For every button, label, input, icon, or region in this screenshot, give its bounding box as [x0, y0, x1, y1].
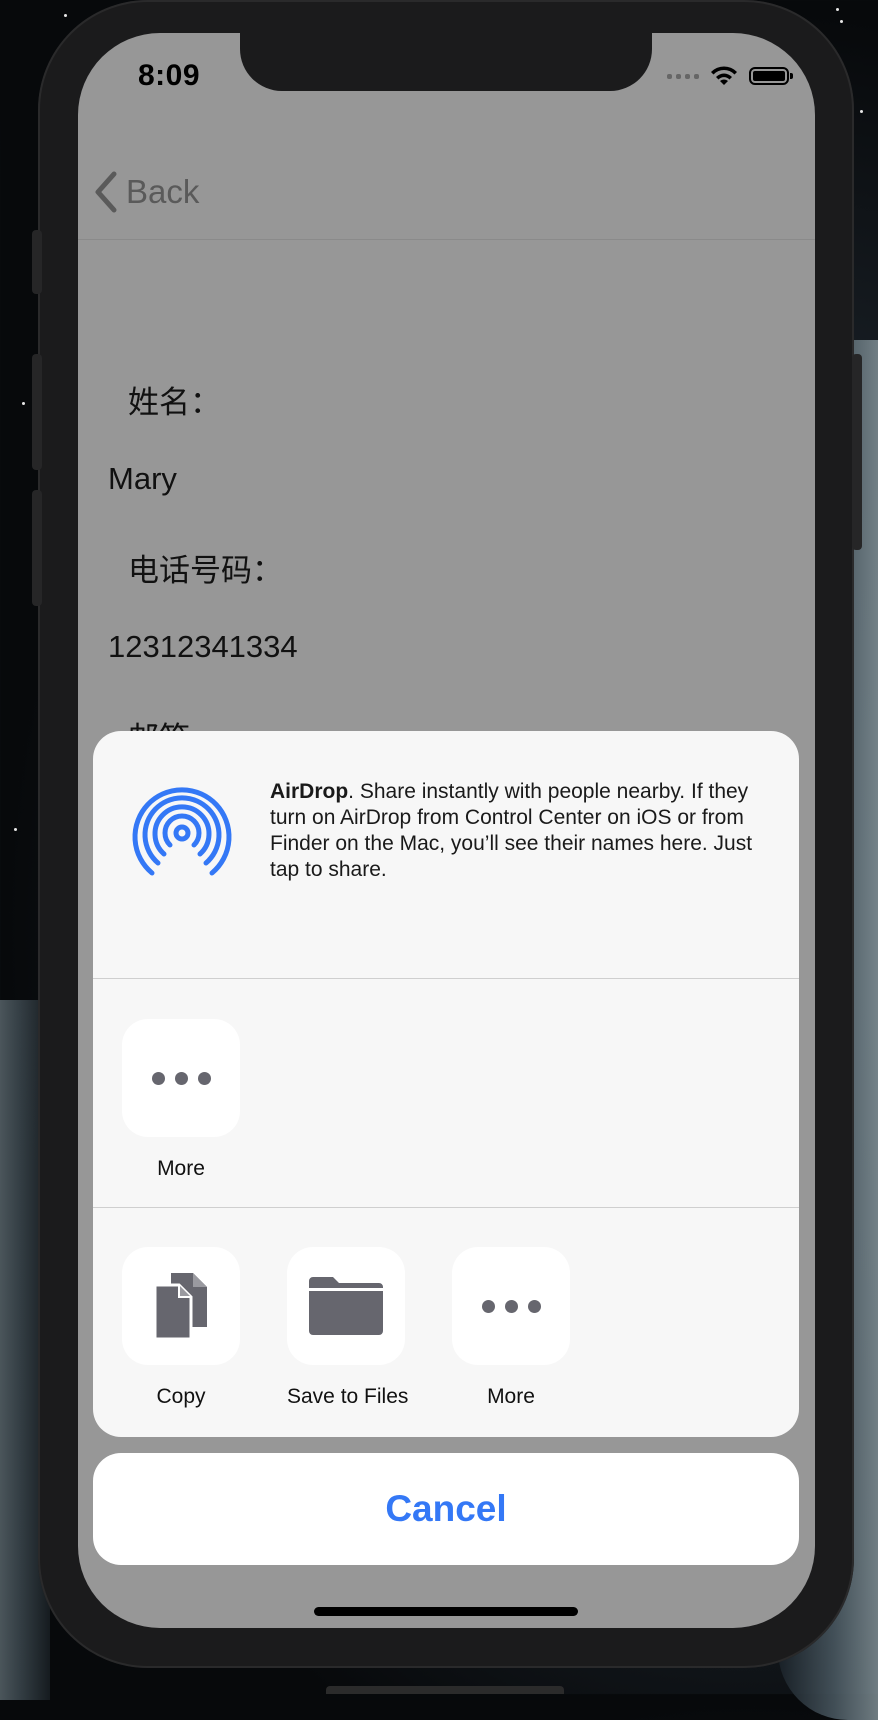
star — [22, 402, 25, 405]
star — [860, 110, 863, 113]
share-apps-row: More — [93, 979, 799, 1208]
mute-switch — [32, 230, 42, 294]
actions-more-tile — [452, 1247, 570, 1365]
volume-up-button — [32, 354, 42, 470]
save-to-files-button[interactable]: Save to Files — [287, 1247, 409, 1409]
navigation-bar: Back — [78, 141, 815, 240]
status-time: 8:09 — [138, 59, 201, 92]
back-button[interactable]: Back — [94, 171, 199, 213]
airdrop-section[interactable]: AirDrop. Share instantly with people nea… — [93, 731, 799, 979]
back-label: Back — [126, 173, 200, 210]
save-to-files-label: Save to Files — [287, 1385, 409, 1408]
airdrop-title: AirDrop — [270, 780, 349, 803]
phone-label: 电话号码： — [128, 553, 283, 588]
star — [840, 20, 843, 23]
share-more-label: More — [157, 1157, 205, 1180]
more-dots-icon — [151, 1071, 211, 1085]
more-dots-icon — [481, 1299, 541, 1313]
copy-button[interactable]: Copy — [122, 1247, 240, 1409]
save-to-files-tile — [287, 1247, 405, 1365]
star — [64, 14, 67, 17]
airdrop-icon — [132, 787, 232, 876]
volume-down-button — [32, 490, 42, 606]
phone-value: 12312341334 — [108, 629, 298, 664]
airdrop-description: AirDrop. Share instantly with people nea… — [270, 779, 770, 883]
home-indicator[interactable] — [314, 1607, 578, 1616]
battery-icon — [749, 67, 793, 85]
actions-row: Copy Save to Files More — [93, 1208, 799, 1437]
power-button — [852, 354, 862, 550]
actions-more-label: More — [487, 1385, 535, 1408]
status-icons — [667, 65, 793, 87]
notch — [240, 33, 652, 91]
copy-label: Copy — [156, 1385, 206, 1408]
name-value: Mary — [108, 461, 177, 496]
star — [14, 828, 17, 831]
wifi-icon — [711, 66, 737, 85]
name-label: 姓名： — [128, 385, 221, 420]
cancel-button[interactable]: Cancel — [93, 1453, 799, 1565]
share-sheet: AirDrop. Share instantly with people nea… — [93, 731, 799, 1437]
actions-more-button[interactable]: More — [452, 1247, 570, 1409]
cellular-signal-icon — [667, 73, 699, 79]
chevron-left-icon — [95, 171, 117, 213]
phone-screen: 8:09 Back 姓名： Mary 电话号码： 12312341334 邮箱 — [78, 33, 815, 1628]
copy-icon — [153, 1273, 207, 1341]
simulator-bottom-edge — [326, 1686, 564, 1694]
share-more-button[interactable]: More — [122, 1019, 240, 1181]
share-more-tile — [122, 1019, 240, 1137]
folder-icon — [309, 1277, 383, 1335]
star — [836, 8, 839, 11]
copy-tile — [122, 1247, 240, 1365]
